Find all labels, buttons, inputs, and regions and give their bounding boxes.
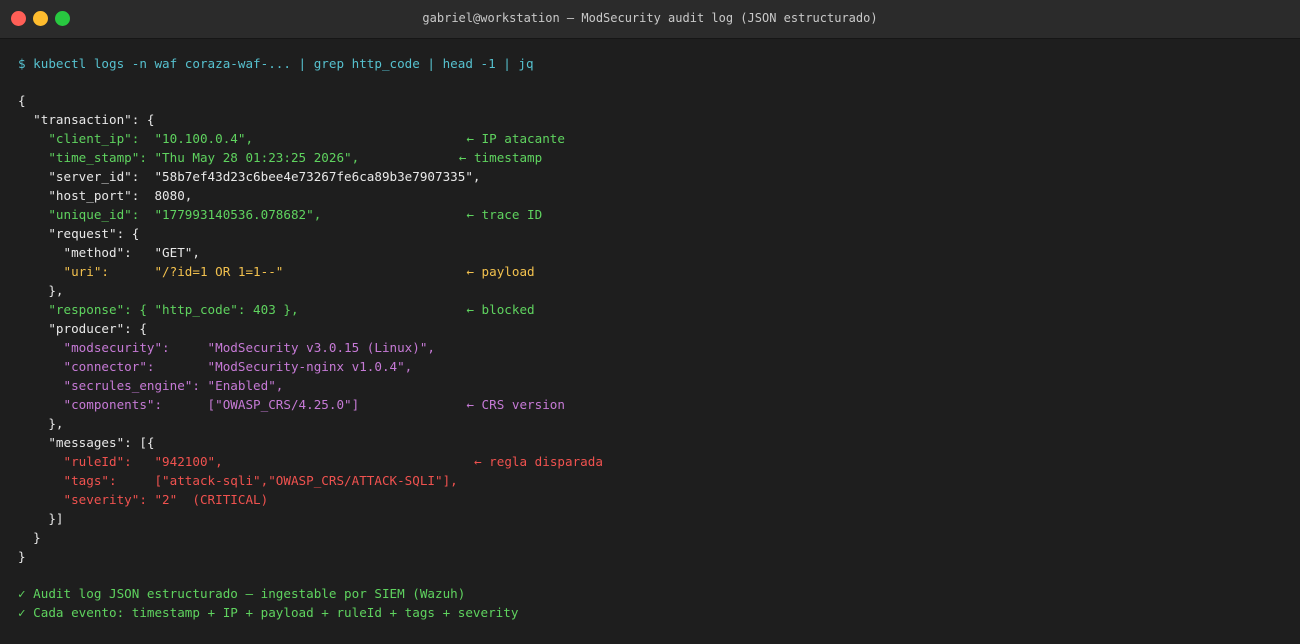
- json-line: }]: [18, 509, 1290, 528]
- terminal-window: gabriel@workstation — ModSecurity audit …: [0, 0, 1300, 644]
- json-text: }]: [18, 511, 64, 526]
- json-text: }: [18, 530, 41, 545]
- json-text: "modsecurity": "ModSecurity v3.0.15 (Lin…: [18, 340, 436, 355]
- json-line: "host_port": 8080,: [18, 186, 1290, 205]
- json-text: "method": "GET",: [18, 245, 200, 260]
- json-line: "method": "GET",: [18, 243, 1290, 262]
- command-line: $ kubectl logs -n waf coraza-waf-... | g…: [18, 56, 534, 71]
- json-text: "unique_id": "177993140536.078682",: [18, 207, 322, 222]
- summary-line: ✓ Audit log JSON estructurado — ingestab…: [18, 586, 466, 601]
- json-line: "ruleId": "942100", ← regla disparada: [18, 452, 1290, 471]
- json-text: "connector": "ModSecurity-nginx v1.0.4",: [18, 359, 413, 374]
- json-line: "producer": {: [18, 319, 1290, 338]
- json-line: "uri": "/?id=1 OR 1=1--" ← payload: [18, 262, 1290, 281]
- json-line: },: [18, 281, 1290, 300]
- json-text: },: [18, 416, 64, 431]
- json-text: "secrules_engine": "Enabled",: [18, 378, 284, 393]
- json-line: }: [18, 528, 1290, 547]
- json-text: "transaction": {: [18, 112, 155, 127]
- json-line: "components": ["OWASP_CRS/4.25.0"] ← CRS …: [18, 395, 1290, 414]
- json-text: "request": {: [18, 226, 140, 241]
- json-text: "uri": "/?id=1 OR 1=1--": [18, 264, 284, 279]
- summary-line: ✓ Cada evento: timestamp + IP + payload …: [18, 605, 519, 620]
- json-text: "response": { "http_code": 403 },: [18, 302, 299, 317]
- line-annotation: ← IP atacante: [466, 131, 565, 146]
- json-line: "unique_id": "177993140536.078682", ← tra…: [18, 205, 1290, 224]
- json-line: }: [18, 547, 1290, 566]
- json-text: {: [18, 93, 26, 108]
- json-output: { "transaction": { "client_ip": "10.100.…: [18, 91, 1290, 566]
- json-text: "severity": "2" (CRITICAL): [18, 492, 269, 507]
- line-annotation: ← blocked: [466, 302, 535, 317]
- terminal-output[interactable]: $ kubectl logs -n waf coraza-waf-... | g…: [18, 54, 1290, 622]
- json-line: "secrules_engine": "Enabled",: [18, 376, 1290, 395]
- json-line: "transaction": {: [18, 110, 1290, 129]
- json-text: "client_ip": "10.100.0.4",: [18, 131, 254, 146]
- json-text: },: [18, 283, 64, 298]
- json-line: },: [18, 414, 1290, 433]
- line-annotation: ← regla disparada: [474, 454, 603, 469]
- line-annotation: ← payload: [466, 264, 535, 279]
- json-line: "client_ip": "10.100.0.4", ← IP atacante: [18, 129, 1290, 148]
- json-text: "ruleId": "942100",: [18, 454, 223, 469]
- json-line: "connector": "ModSecurity-nginx v1.0.4",: [18, 357, 1290, 376]
- json-line: "time_stamp": "Thu May 28 01:23:25 2026"…: [18, 148, 1290, 167]
- json-line: {: [18, 91, 1290, 110]
- json-line: "response": { "http_code": 403 }, ← block…: [18, 300, 1290, 319]
- line-annotation: ← timestamp: [458, 150, 543, 165]
- json-line: "server_id": "58b7ef43d23c6bee4e73267fe6…: [18, 167, 1290, 186]
- json-line: "messages": [{: [18, 433, 1290, 452]
- title-bar: gabriel@workstation — ModSecurity audit …: [0, 0, 1300, 39]
- json-text: "server_id": "58b7ef43d23c6bee4e73267fe6…: [18, 169, 481, 184]
- line-annotation: ← trace ID: [466, 207, 543, 222]
- json-text: "messages": [{: [18, 435, 155, 450]
- json-text: }: [18, 549, 26, 564]
- json-text: "producer": {: [18, 321, 147, 336]
- json-text: "host_port": 8080,: [18, 188, 193, 203]
- window-title: gabriel@workstation — ModSecurity audit …: [422, 11, 878, 25]
- json-line: "request": {: [18, 224, 1290, 243]
- json-text: "tags": ["attack-sqli","OWASP_CRS/ATTACK…: [18, 473, 458, 488]
- json-text: "time_stamp": "Thu May 28 01:23:25 2026"…: [18, 150, 360, 165]
- json-line: "modsecurity": "ModSecurity v3.0.15 (Lin…: [18, 338, 1290, 357]
- json-text: "components": ["OWASP_CRS/4.25.0"]: [18, 397, 360, 412]
- json-line: "tags": ["attack-sqli","OWASP_CRS/ATTACK…: [18, 471, 1290, 490]
- json-line: "severity": "2" (CRITICAL): [18, 490, 1290, 509]
- line-annotation: ← CRS version: [466, 397, 565, 412]
